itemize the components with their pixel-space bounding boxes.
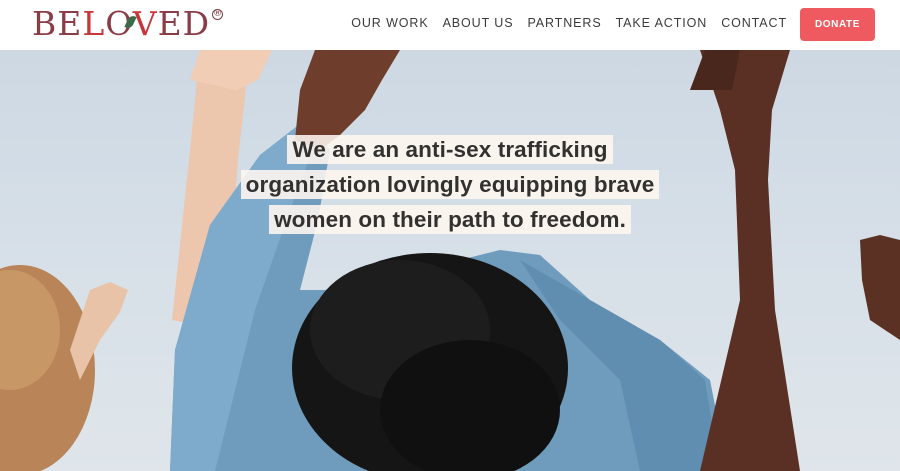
nav-link-about-us[interactable]: ABOUT US [443,16,514,30]
left-hand [70,282,128,380]
hero-line-3: women on their path to freedom. [269,205,631,234]
donate-button[interactable]: DONATE [800,8,875,41]
hero-banner: We are an anti-sex trafficking organizat… [0,50,900,471]
nav-link-contact[interactable]: CONTACT [721,16,787,30]
nav-link-partners[interactable]: PARTNERS [527,16,601,30]
far-right-hand [860,235,900,340]
hero-statement: We are an anti-sex trafficking organizat… [0,132,900,237]
brand-logo[interactable]: BELOVED ® [32,4,224,43]
hero-line-2: organization lovingly equipping brave [240,170,660,199]
main-nav: OUR WORK ABOUT US PARTNERS TAKE ACTION C… [337,0,787,46]
registered-mark: ® [212,9,224,20]
site-header: BELOVED ® OUR WORK ABOUT US PARTNERS TAK… [0,0,900,50]
hero-photo [0,50,900,471]
hero-line-1: We are an anti-sex trafficking [287,135,613,164]
right-raised-arm [700,50,800,471]
nav-link-our-work[interactable]: OUR WORK [351,16,428,30]
brand-wordmark: BELOVED [32,4,211,43]
nav-link-take-action[interactable]: TAKE ACTION [616,16,708,30]
